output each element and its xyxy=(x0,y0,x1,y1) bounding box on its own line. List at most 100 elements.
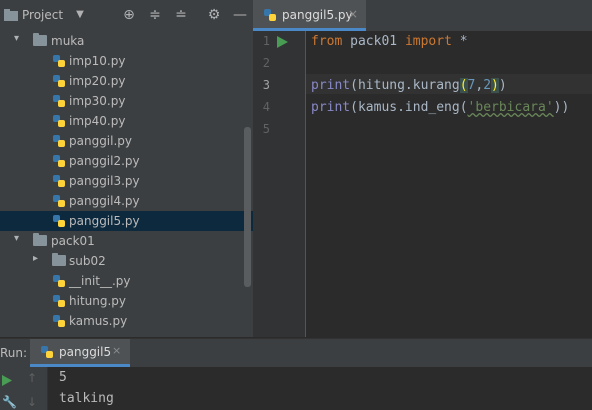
python-file-icon xyxy=(53,55,65,67)
chevron-down-icon[interactable]: ▼ xyxy=(72,7,88,23)
tree-item-label: panggil3.py xyxy=(69,174,140,188)
python-file-icon xyxy=(53,155,65,167)
tree-scrollbar[interactable] xyxy=(244,127,251,287)
tree-item-file[interactable]: panggil4.py xyxy=(0,191,253,211)
tree-item-file[interactable]: panggil3.py xyxy=(0,171,253,191)
python-file-icon xyxy=(53,115,65,127)
python-file-icon xyxy=(53,275,65,287)
tree-item-file[interactable]: kamus.py xyxy=(0,311,253,331)
locate-icon[interactable]: ⊕ xyxy=(121,7,137,23)
code-token: * xyxy=(451,34,468,49)
tree-folder-muka[interactable]: ▾ muka xyxy=(0,31,253,51)
tree-item-label: imp30.py xyxy=(69,94,126,108)
line-number: 3 xyxy=(262,78,270,92)
python-file-icon xyxy=(41,346,53,358)
collapse-all-icon[interactable]: ≐ xyxy=(173,7,189,23)
console-output[interactable]: 5 talking xyxy=(48,367,592,410)
number-literal: 2 xyxy=(483,78,492,93)
builtin-function: print xyxy=(311,100,351,115)
python-file-icon xyxy=(53,315,65,327)
gear-icon[interactable]: ⚙ xyxy=(206,7,222,23)
rerun-icon[interactable] xyxy=(2,375,12,386)
run-tab-label: panggil5 xyxy=(59,345,112,359)
tree-item-label: panggil5.py xyxy=(69,214,140,228)
code-token: )) xyxy=(553,100,570,115)
code-text[interactable]: from pack01 import * print(hitung.kurang… xyxy=(306,31,592,337)
tree-item-file[interactable]: __init__.py xyxy=(0,271,253,291)
package-folder-icon xyxy=(52,253,66,266)
keyword: from xyxy=(311,34,343,49)
project-toolbar: Project ▼ ⊕ ≑ ≐ ⚙ — xyxy=(0,0,253,32)
keyword: import xyxy=(404,34,452,49)
tree-item-file[interactable]: imp40.py xyxy=(0,111,253,131)
run-panel-header: Run: panggil5 × xyxy=(0,338,592,368)
code-line-1: from pack01 import * xyxy=(311,34,468,49)
tree-item-file[interactable]: imp20.py xyxy=(0,71,253,91)
chevron-down-icon[interactable]: ▾ xyxy=(14,233,19,244)
tree-item-file[interactable]: imp30.py xyxy=(0,91,253,111)
tree-item-label: panggil4.py xyxy=(69,194,140,208)
matched-paren: ) xyxy=(491,78,499,93)
python-file-icon xyxy=(264,9,276,21)
project-tree: ▾ muka imp10.py imp20.py imp30.py imp40.… xyxy=(0,31,253,337)
run-toolbar: ↑ 🔧 ↓ xyxy=(0,367,48,410)
tree-item-label: pack01 xyxy=(51,234,95,248)
tree-item-label: hitung.py xyxy=(69,294,127,308)
tree-package-sub02[interactable]: ▸ sub02 xyxy=(0,251,253,271)
line-number: 4 xyxy=(262,100,270,114)
package-folder-icon xyxy=(33,233,47,246)
tree-item-label: panggil.py xyxy=(69,134,133,148)
tree-item-label: sub02 xyxy=(69,254,106,268)
code-line-4: print(kamus.ind_eng('berbicara')) xyxy=(311,100,569,115)
minimize-icon[interactable]: — xyxy=(232,7,248,23)
python-file-icon xyxy=(53,175,65,187)
chevron-right-icon[interactable]: ▸ xyxy=(33,253,38,264)
tree-item-file-selected[interactable]: panggil5.py xyxy=(0,211,253,231)
tree-package-pack01[interactable]: ▾ pack01 xyxy=(0,231,253,251)
python-file-icon xyxy=(53,215,65,227)
tree-item-label: muka xyxy=(51,34,85,48)
tree-item-file[interactable]: imp10.py xyxy=(0,51,253,71)
arrow-up-icon[interactable]: ↑ xyxy=(27,371,37,385)
code-token: (hitung.kurang xyxy=(350,78,460,93)
expand-all-icon[interactable]: ≑ xyxy=(147,7,163,23)
tab-panggil5[interactable]: panggil5.py × xyxy=(253,0,366,31)
run-label: Run: xyxy=(0,346,28,360)
chevron-down-icon[interactable]: ▾ xyxy=(14,33,19,44)
tab-label: panggil5.py xyxy=(282,8,353,22)
builtin-function: print xyxy=(311,78,351,93)
module-name: pack01 xyxy=(342,34,405,49)
editor-tab-bar: panggil5.py × xyxy=(253,0,592,32)
console-line: 5 xyxy=(59,370,67,385)
folder-icon xyxy=(33,33,47,46)
tree-item-label: kamus.py xyxy=(69,314,128,328)
run-line-icon[interactable] xyxy=(277,36,288,48)
arrow-down-icon[interactable]: ↓ xyxy=(27,395,37,409)
line-number: 5 xyxy=(262,122,270,136)
tree-item-label: __init__.py xyxy=(69,274,131,288)
python-file-icon xyxy=(53,95,65,107)
code-token: ) xyxy=(498,78,507,93)
python-file-icon xyxy=(53,195,65,207)
wrench-icon[interactable]: 🔧 xyxy=(2,395,17,409)
matched-paren: ( xyxy=(459,78,468,93)
python-file-icon xyxy=(53,135,65,147)
tree-item-label: imp20.py xyxy=(69,74,126,88)
close-icon[interactable]: × xyxy=(348,7,358,21)
tree-item-file[interactable]: panggil2.py xyxy=(0,151,253,171)
tree-item-label: imp10.py xyxy=(69,54,126,68)
tree-item-label: panggil2.py xyxy=(69,154,140,168)
console-line: talking xyxy=(59,391,114,406)
project-title[interactable]: Project xyxy=(22,8,63,22)
tree-item-file[interactable]: hitung.py xyxy=(0,291,253,311)
line-number: 2 xyxy=(262,56,270,70)
line-number: 1 xyxy=(262,34,270,48)
string-literal: 'berbicara' xyxy=(467,100,554,115)
python-file-icon xyxy=(53,295,65,307)
close-icon[interactable]: × xyxy=(112,344,121,357)
run-tab-panggil5[interactable]: panggil5 × xyxy=(30,339,130,367)
code-line-3: print(hitung.kurang(7,2)) xyxy=(311,78,507,93)
project-folder-icon xyxy=(4,9,18,21)
tree-item-file[interactable]: panggil.py xyxy=(0,131,253,151)
code-token: (kamus.ind_eng( xyxy=(350,100,468,115)
